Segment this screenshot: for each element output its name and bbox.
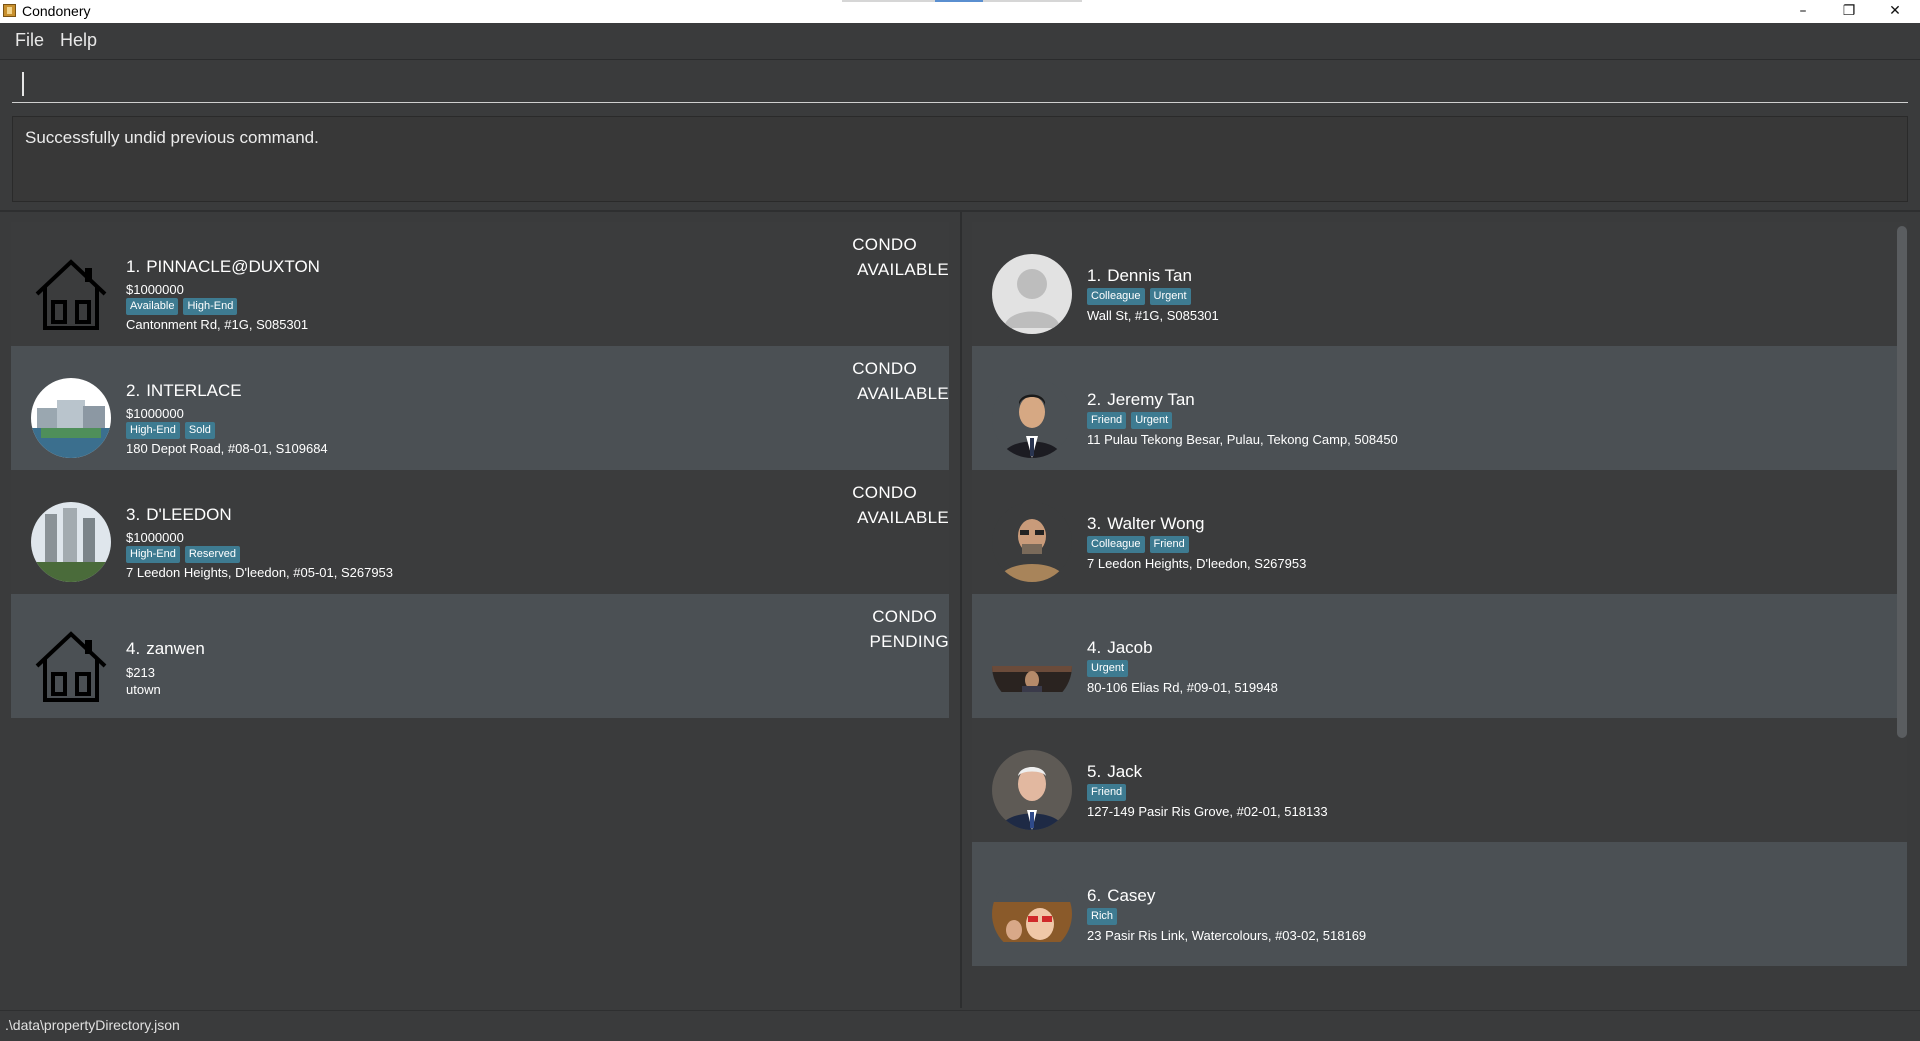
property-name: 4. zanwen (126, 639, 205, 658)
tag-badge: Urgent (1149, 288, 1191, 305)
menu-help[interactable]: Help (60, 30, 97, 51)
tag-badge: Colleague (1087, 536, 1145, 553)
property-price: $213 (126, 665, 155, 680)
house-icon (35, 259, 107, 330)
client-tags: Rich (1087, 908, 1118, 925)
client-card[interactable]: 1. Dennis Tan Colleague Urgent Wall St, #… (972, 222, 1907, 346)
client-card[interactable]: 4. Jacob Urgent 80-106 Elias Rd, #09-01, … (972, 594, 1907, 718)
property-status: AVAILABLE (857, 508, 949, 527)
client-card[interactable]: 3. Walter Wong Colleague Friend 7 Leedon … (972, 470, 1907, 594)
dleedon-photo-icon (31, 502, 111, 582)
client-photo-icon (992, 502, 1072, 582)
data-file-path: .\data\propertyDirectory.json (5, 1017, 180, 1033)
client-card[interactable]: 2. Jeremy Tan Friend Urgent 11 Pulau Teko… (972, 346, 1907, 470)
property-tags: High-End Sold (126, 422, 215, 439)
property-address: 180 Depot Road, #08-01, S109684 (126, 441, 328, 456)
tag-badge: Friend (1087, 412, 1127, 429)
client-name: 3. Walter Wong (1087, 514, 1205, 533)
property-status: AVAILABLE (857, 384, 949, 403)
property-price: $1000000 (126, 282, 184, 297)
client-tags: Colleague Urgent (1087, 288, 1191, 305)
result-display: Successfully undid previous command. (12, 116, 1908, 202)
result-message: Successfully undid previous command. (25, 128, 319, 147)
tag-badge: Urgent (1131, 412, 1173, 429)
property-address: utown (126, 682, 161, 697)
property-list-panel[interactable]: 1. PINNACLE@DUXTON $1000000 Available Hig… (0, 212, 958, 1008)
client-card[interactable]: 6. Casey Rich 23 Pasir Ris Link, Watercol… (972, 842, 1907, 966)
property-card[interactable]: 3. D'LEEDON $1000000 High-End Reserved 7 … (11, 470, 949, 594)
property-type: CONDO (852, 483, 917, 502)
tag-badge: Available (126, 298, 179, 315)
property-price: $1000000 (126, 406, 184, 421)
tag-badge: Friend (1149, 536, 1189, 553)
property-status: PENDING (869, 632, 949, 651)
tag-badge: Friend (1087, 784, 1127, 801)
client-name: 2. Jeremy Tan (1087, 390, 1195, 409)
minimize-button[interactable]: – (1780, 0, 1826, 23)
command-input[interactable] (12, 66, 1918, 104)
property-card[interactable]: 4. zanwen $213 utown CONDO PENDING (11, 594, 949, 718)
client-name: 1. Dennis Tan (1087, 266, 1192, 285)
text-cursor (22, 72, 24, 96)
client-address: 23 Pasir Ris Link, Watercolours, #03-02,… (1087, 928, 1367, 943)
client-name: 4. Jacob (1087, 638, 1153, 657)
app-icon (3, 4, 16, 17)
property-type: CONDO (852, 359, 917, 378)
client-address: 11 Pulau Tekong Besar, Pulau, Tekong Cam… (1087, 432, 1398, 447)
client-photo-icon (992, 750, 1072, 830)
property-tags: High-End Reserved (126, 546, 240, 563)
client-address: 7 Leedon Heights, D'leedon, S267953 (1087, 556, 1307, 571)
property-price: $1000000 (126, 530, 184, 545)
client-tags: Colleague Friend (1087, 536, 1189, 553)
house-icon (35, 631, 107, 702)
tag-badge: Urgent (1087, 660, 1129, 677)
property-name: 3. D'LEEDON (126, 505, 232, 524)
client-photo-icon (992, 378, 1072, 458)
window-title: Condonery (22, 3, 91, 19)
property-tags: Available High-End (126, 298, 238, 315)
tag-badge: Rich (1087, 908, 1118, 925)
property-card[interactable]: 2. INTERLACE $1000000 High-End Sold 180 D… (11, 346, 949, 470)
property-type: CONDO (852, 235, 917, 254)
tag-badge: Colleague (1087, 288, 1145, 305)
property-address: Cantonment Rd, #1G, S085301 (126, 317, 309, 332)
client-name: 6. Casey (1087, 886, 1156, 905)
command-box (12, 66, 1918, 104)
client-tags: Urgent (1087, 660, 1129, 677)
client-tags: Friend (1087, 784, 1127, 801)
property-status: AVAILABLE (857, 260, 949, 279)
tag-badge: Reserved (184, 546, 240, 563)
client-name: 5. Jack (1087, 762, 1143, 781)
client-card[interactable]: 5. Jack Friend 127-149 Pasir Ris Grove, #… (972, 718, 1907, 842)
restore-button[interactable]: ❐ (1826, 0, 1872, 23)
status-bar: .\data\propertyDirectory.json (0, 1010, 1920, 1041)
tag-badge: High-End (183, 298, 238, 315)
client-photo-icon (992, 874, 1072, 954)
tag-badge: High-End (126, 422, 180, 439)
client-list-panel[interactable]: 1. Dennis Tan Colleague Urgent Wall St, #… (960, 212, 1920, 1008)
default-avatar-icon (992, 254, 1072, 334)
taskbar-indicator (842, 0, 1082, 2)
client-list-scrollbar[interactable] (1897, 226, 1907, 738)
property-card[interactable]: 1. PINNACLE@DUXTON $1000000 Available Hig… (11, 222, 949, 346)
property-name: 1. PINNACLE@DUXTON (126, 257, 320, 276)
menu-file[interactable]: File (15, 30, 44, 51)
close-button[interactable]: ✕ (1872, 0, 1918, 23)
property-address: 7 Leedon Heights, D'leedon, #05-01, S267… (126, 565, 394, 580)
client-photo-icon (992, 666, 1072, 706)
tag-badge: High-End (126, 546, 180, 563)
menu-bar: File Help (0, 23, 1920, 60)
client-address: 80-106 Elias Rd, #09-01, 519948 (1087, 680, 1278, 695)
interlace-photo-icon (31, 378, 111, 458)
client-tags: Friend Urgent (1087, 412, 1173, 429)
client-address: Wall St, #1G, S085301 (1087, 308, 1219, 323)
tag-badge: Sold (184, 422, 215, 439)
client-address: 127-149 Pasir Ris Grove, #02-01, 518133 (1087, 804, 1328, 819)
property-name: 2. INTERLACE (126, 381, 242, 400)
property-type: CONDO (872, 607, 937, 626)
window-title-bar: Condonery – ❐ ✕ (0, 0, 1920, 23)
